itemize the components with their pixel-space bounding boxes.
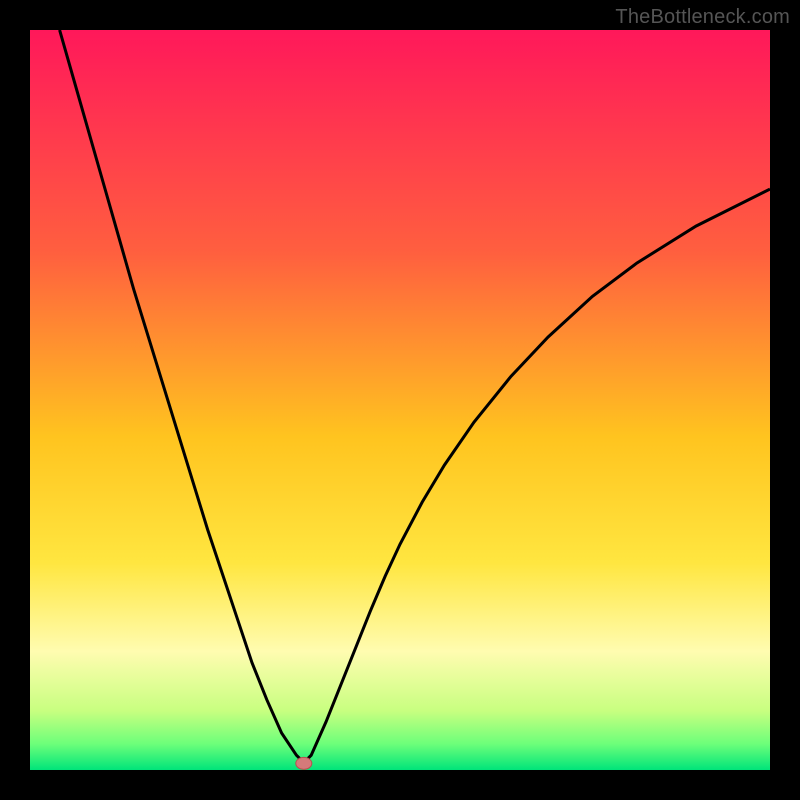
chart-area <box>30 30 770 770</box>
page-root: TheBottleneck.com <box>0 0 800 800</box>
chart-background <box>30 30 770 770</box>
watermark-text: TheBottleneck.com <box>615 6 790 29</box>
optimum-marker <box>296 757 312 769</box>
bottleneck-chart <box>30 30 770 770</box>
